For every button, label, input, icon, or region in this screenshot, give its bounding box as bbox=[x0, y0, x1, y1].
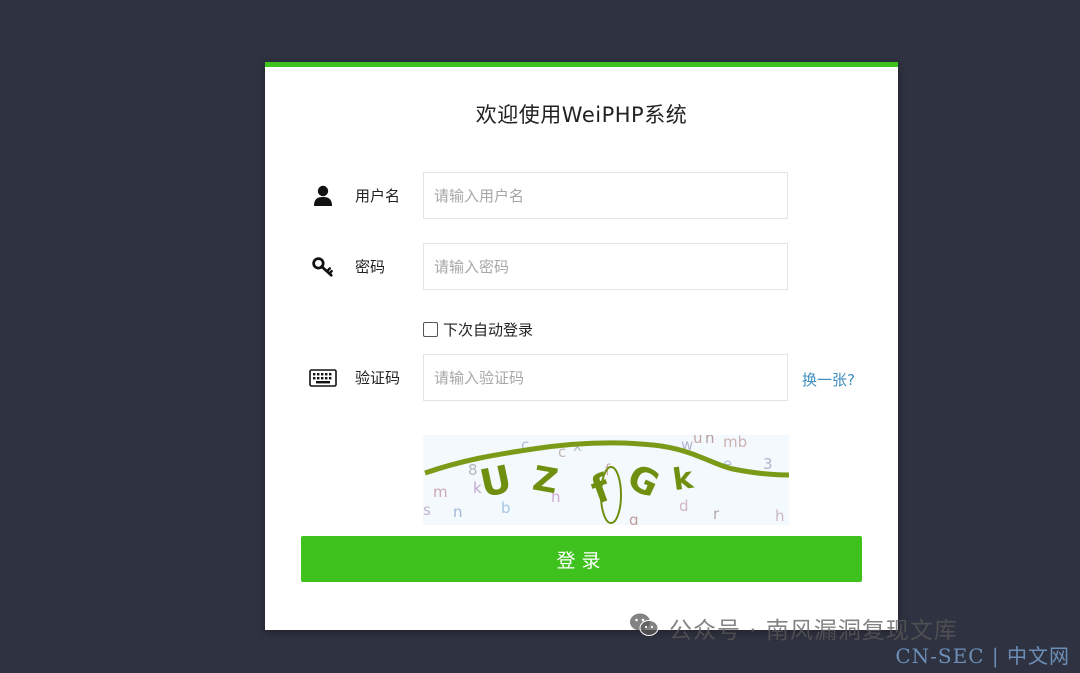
svg-text:3: 3 bbox=[763, 455, 773, 473]
captcha-input[interactable] bbox=[423, 354, 788, 401]
svg-text:mb: mb bbox=[723, 435, 747, 451]
svg-text:h: h bbox=[775, 507, 785, 525]
svg-text:n: n bbox=[453, 503, 463, 521]
site-watermark: CN-SEC | 中文网 bbox=[895, 644, 1070, 668]
password-input[interactable] bbox=[423, 243, 788, 290]
captcha-label: 验证码 bbox=[355, 369, 401, 387]
svg-text:q: q bbox=[629, 511, 639, 525]
svg-text:m: m bbox=[433, 483, 448, 501]
key-icon bbox=[312, 256, 334, 278]
svg-text:n: n bbox=[705, 435, 715, 447]
remember-me-checkbox[interactable]: 下次自动登录 bbox=[423, 319, 533, 340]
username-input[interactable] bbox=[423, 172, 788, 219]
svg-text:u: u bbox=[693, 435, 703, 447]
svg-text:r: r bbox=[713, 505, 720, 523]
user-icon bbox=[312, 185, 334, 207]
login-panel: 欢迎使用WeiPHP系统 用户名 密码 下次自动登录 bbox=[265, 62, 898, 630]
remember-me-label: 下次自动登录 bbox=[443, 321, 534, 339]
page-title: 欢迎使用WeiPHP系统 bbox=[475, 103, 688, 127]
page: 欢迎使用WeiPHP系统 用户名 密码 下次自动登录 bbox=[0, 0, 1080, 673]
checkbox-box[interactable] bbox=[423, 322, 438, 337]
svg-text:s: s bbox=[423, 501, 431, 519]
wechat-icon bbox=[629, 612, 659, 644]
refresh-captcha-link[interactable]: 换一张? bbox=[802, 369, 855, 390]
login-button[interactable]: 登录 bbox=[301, 536, 862, 582]
password-label: 密码 bbox=[355, 258, 386, 276]
captcha-image[interactable]: m n 8 k b c h c x f q w u n mb e 3 r h d… bbox=[423, 435, 789, 525]
username-label: 用户名 bbox=[355, 187, 401, 205]
keyboard-icon bbox=[309, 367, 337, 389]
svg-text:d: d bbox=[679, 497, 689, 515]
